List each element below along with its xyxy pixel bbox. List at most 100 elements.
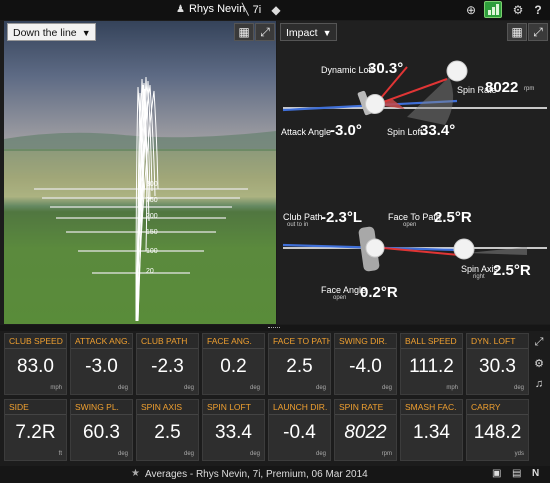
dynamic-loft-label: Dynamic Loft bbox=[321, 65, 374, 75]
stat-swing-direction[interactable]: SWING DIR. -4.0 deg bbox=[334, 333, 397, 395]
view-select[interactable]: Down the line ▼ bbox=[7, 23, 96, 41]
stat-label: SPIN LOFT bbox=[203, 400, 264, 415]
stat-unit: ft bbox=[58, 451, 62, 457]
tag-icon[interactable]: ◆ bbox=[268, 2, 284, 18]
stat-swing-plane[interactable]: SWING PL. 60.3 deg bbox=[70, 399, 133, 461]
stat-label: SWING DIR. bbox=[335, 334, 396, 349]
stat-carry[interactable]: CARRY 148.2 yds bbox=[466, 399, 529, 461]
golf-club-icon: ╲ bbox=[242, 4, 249, 16]
spin-axis-sub: right bbox=[473, 274, 485, 280]
stat-unit: deg bbox=[183, 385, 194, 391]
face-angle-value: 0.2°R bbox=[360, 284, 398, 301]
chevron-down-icon: ▼ bbox=[81, 28, 91, 38]
view-select-label: Down the line bbox=[13, 27, 77, 39]
stat-attack-angle[interactable]: ATTACK ANG. -3.0 deg bbox=[70, 333, 133, 395]
stat-unit: mph bbox=[50, 385, 62, 391]
stat-smash-factor[interactable]: SMASH FAC. 1.34 bbox=[400, 399, 463, 461]
stat-side[interactable]: SIDE 7.2R ft bbox=[4, 399, 67, 461]
help-icon[interactable]: ? bbox=[530, 2, 546, 18]
stat-label: ATTACK ANG. bbox=[71, 334, 132, 349]
stat-spin-loft[interactable]: SPIN LOFT 33.4 deg bbox=[202, 399, 265, 461]
stat-unit: deg bbox=[117, 451, 128, 457]
grip-icon bbox=[268, 327, 280, 329]
spin-loft-value: 33.4° bbox=[420, 122, 456, 139]
stat-face-to-path[interactable]: FACE TO PATH 2.5 deg bbox=[268, 333, 331, 395]
stat-dynamic-loft[interactable]: DYN. LOFT 30.3 deg bbox=[466, 333, 529, 395]
star-icon[interactable]: ★ bbox=[131, 468, 140, 479]
player-name: Rhys Nevin bbox=[188, 3, 246, 15]
stat-unit: yds bbox=[514, 451, 524, 457]
spin-rate-value: 8022 bbox=[485, 79, 519, 96]
club-name: 7i bbox=[252, 3, 262, 16]
stat-unit: deg bbox=[183, 451, 194, 457]
speaker-icon[interactable]: ♫ bbox=[532, 378, 546, 392]
stat-face-angle[interactable]: FACE ANG. 0.2 deg bbox=[202, 333, 265, 395]
panel-splitter[interactable] bbox=[0, 325, 550, 331]
yard-marker: 150 bbox=[146, 229, 158, 236]
stat-value: 33.4 bbox=[215, 422, 252, 443]
stat-club-speed[interactable]: CLUB SPEED 83.0 mph bbox=[4, 333, 67, 395]
stat-unit: mph bbox=[446, 385, 458, 391]
footer-bar: ★ Averages - Rhys Nevin, 7i, Premium, 06… bbox=[0, 466, 550, 483]
battery-icon bbox=[484, 1, 502, 18]
trajectory-3d-view: 300 250 200 150 100 20 Down the line ▼ ▦… bbox=[4, 21, 276, 324]
spin-axis-value: 2.5°R bbox=[493, 262, 531, 279]
stat-unit: deg bbox=[117, 385, 128, 391]
club-path-sub: out to in bbox=[287, 222, 309, 228]
layout-grid-icon[interactable]: ▦ bbox=[234, 23, 254, 41]
yard-marker: 100 bbox=[146, 248, 158, 255]
expand-icon[interactable]: ⤢ bbox=[255, 23, 275, 41]
range-scene: 300 250 200 150 100 20 bbox=[4, 76, 276, 324]
club-selector[interactable]: ╲ 7i bbox=[242, 3, 262, 17]
n-icon[interactable]: N bbox=[532, 468, 539, 479]
document-icon[interactable]: ▤ bbox=[512, 468, 521, 479]
stat-label: SPIN RATE bbox=[335, 400, 396, 415]
club-path-label: Club Path bbox=[283, 212, 323, 222]
stat-label: SMASH FAC. bbox=[401, 400, 462, 415]
stat-unit: deg bbox=[513, 385, 524, 391]
stat-unit: deg bbox=[249, 385, 260, 391]
stat-value: 2.5 bbox=[154, 422, 181, 443]
stat-club-path[interactable]: CLUB PATH -2.3 deg bbox=[136, 333, 199, 395]
stat-value: 83.0 bbox=[17, 356, 54, 377]
face-angle-sub: open bbox=[333, 295, 347, 301]
stat-unit: deg bbox=[315, 451, 326, 457]
stat-launch-direction[interactable]: LAUNCH DIR. -0.4 deg bbox=[268, 399, 331, 461]
expand-icon[interactable]: ⤢ bbox=[532, 336, 546, 350]
stat-spin-axis[interactable]: SPIN AXIS 2.5 deg bbox=[136, 399, 199, 461]
stat-unit: deg bbox=[249, 451, 260, 457]
stat-value: 8022 bbox=[344, 422, 387, 443]
spin-loft-label: Spin Loft bbox=[387, 127, 423, 137]
yard-marker: 20 bbox=[146, 268, 154, 275]
stat-unit: deg bbox=[315, 385, 326, 391]
stat-label: SIDE bbox=[5, 400, 66, 415]
stat-label: SWING PL. bbox=[71, 400, 132, 415]
yard-marker: 200 bbox=[146, 213, 158, 220]
stat-value: -4.0 bbox=[349, 356, 382, 377]
attack-angle-value: -3.0° bbox=[330, 122, 362, 139]
stat-value: 148.2 bbox=[473, 422, 522, 443]
stat-label: SPIN AXIS bbox=[137, 400, 198, 415]
stat-label: BALL SPEED bbox=[401, 334, 462, 349]
stat-label: CLUB SPEED bbox=[5, 334, 66, 349]
stat-unit: rpm bbox=[381, 451, 392, 457]
stat-ball-speed[interactable]: BALL SPEED 111.2 mph bbox=[400, 333, 463, 395]
stat-value: -2.3 bbox=[151, 356, 184, 377]
stat-value: -0.4 bbox=[283, 422, 316, 443]
attack-angle-label: Attack Angle bbox=[281, 127, 332, 137]
comment-icon[interactable]: ▣ bbox=[492, 468, 501, 479]
yard-marker: 250 bbox=[146, 197, 158, 204]
crosshair-icon[interactable]: ⊕ bbox=[463, 2, 479, 18]
top-bar: ♟ Rhys Nevin ╲ 7i ◆ ⊕ ⚙ ? bbox=[0, 0, 550, 20]
face-to-path-label: Face To Path bbox=[388, 212, 441, 222]
stat-value: 111.2 bbox=[409, 356, 454, 377]
player-selector[interactable]: ♟ Rhys Nevin bbox=[176, 3, 245, 15]
stat-label: DYN. LOFT bbox=[467, 334, 528, 349]
dynamic-loft-value: 30.3° bbox=[368, 60, 404, 77]
spin-rate-unit: rpm bbox=[524, 86, 535, 92]
stat-spin-rate[interactable]: SPIN RATE 8022 rpm bbox=[334, 399, 397, 461]
stat-label: CARRY bbox=[467, 400, 528, 415]
face-to-path-value: 2.5°R bbox=[434, 209, 472, 226]
gear-icon[interactable]: ⚙ bbox=[532, 357, 546, 371]
gear-icon[interactable]: ⚙ bbox=[510, 2, 526, 18]
